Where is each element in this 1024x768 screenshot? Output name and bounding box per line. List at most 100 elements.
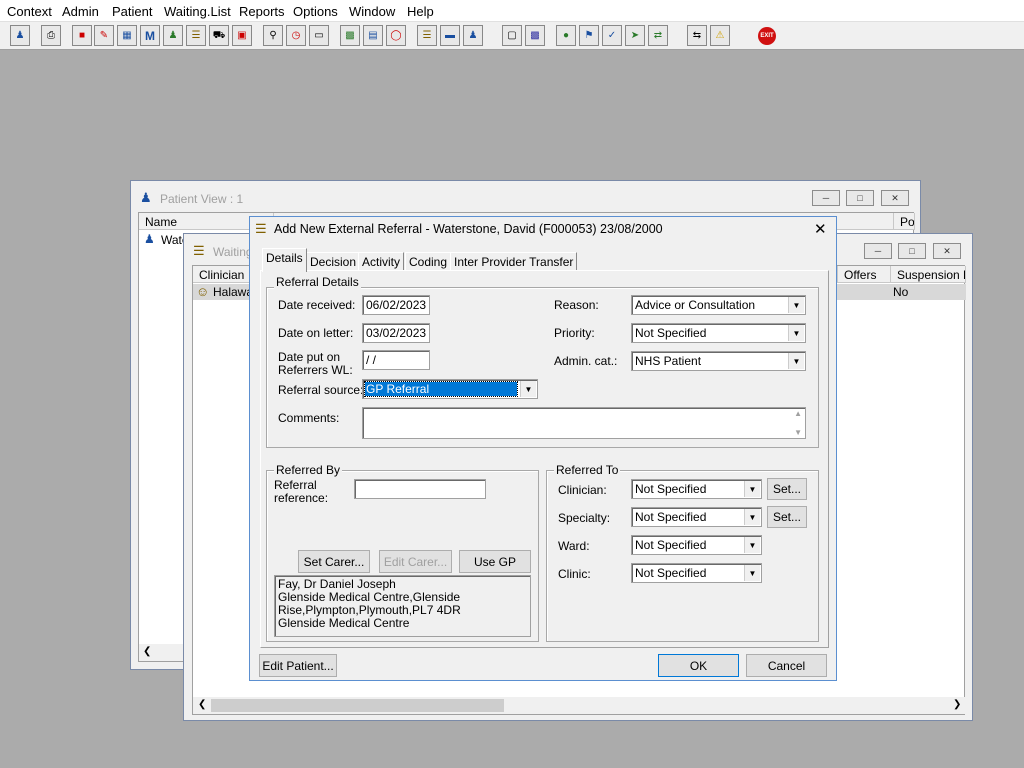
menu-admin[interactable]: Admin: [62, 4, 99, 19]
close-button[interactable]: ✕: [933, 243, 961, 259]
clinic-select[interactable]: Not Specified ▼: [631, 563, 762, 583]
list-card-icon[interactable]: ▤: [363, 25, 383, 46]
chevron-down-icon[interactable]: ▼: [744, 509, 760, 525]
clock-icon[interactable]: ◷: [286, 25, 306, 46]
green-arrows-card-icon[interactable]: ⇄: [648, 25, 668, 46]
chevron-down-icon[interactable]: ▼: [744, 537, 760, 553]
menu-bar: Context Admin Patient Waiting.List Repor…: [0, 0, 1024, 22]
menu-patient[interactable]: Patient: [112, 4, 152, 19]
referral-source-label: Referral source:: [278, 383, 364, 397]
bed-icon[interactable]: ▬: [440, 25, 460, 46]
book-edit-icon[interactable]: ✎: [94, 25, 114, 46]
set-carer-button[interactable]: Set Carer...: [298, 550, 370, 573]
m-icon[interactable]: M: [140, 25, 160, 46]
chevron-down-icon[interactable]: ▼: [744, 481, 760, 497]
set-clinician-button[interactable]: Set...: [767, 478, 807, 500]
admin-cat-label: Admin. cat.:: [554, 354, 618, 368]
nurse-icon[interactable]: ♟: [463, 25, 483, 46]
date-letter-field[interactable]: 03/02/2023: [362, 323, 430, 343]
monitor-icon[interactable]: ▭: [309, 25, 329, 46]
scroll-thumb[interactable]: [211, 699, 504, 712]
patient-card-icon[interactable]: ▦: [117, 25, 137, 46]
menu-options[interactable]: Options: [293, 4, 338, 19]
book-red-icon[interactable]: ■: [72, 25, 92, 46]
maximize-button[interactable]: □: [898, 243, 926, 259]
scroll-up-icon[interactable]: ▲: [794, 409, 802, 418]
chevron-down-icon[interactable]: ▼: [788, 325, 804, 341]
use-gp-button[interactable]: Use GP: [459, 550, 531, 573]
globe-icon[interactable]: ●: [556, 25, 576, 46]
row-clinician[interactable]: Halawa: [213, 285, 253, 299]
printer-icon[interactable]: ⎙: [41, 25, 61, 46]
waiting-hscroll[interactable]: ❮ ❯: [193, 697, 966, 714]
menu-window[interactable]: Window: [349, 4, 395, 19]
reason-value: Advice or Consultation: [635, 298, 756, 312]
flag-icon[interactable]: ⚑: [579, 25, 599, 46]
comments-label: Comments:: [278, 411, 340, 425]
set-specialty-button[interactable]: Set...: [767, 506, 807, 528]
admin-cat-select[interactable]: NHS Patient ▼: [631, 351, 806, 371]
tab-details[interactable]: Details: [262, 248, 307, 272]
date-wl-field[interactable]: / /: [362, 350, 430, 370]
menu-context[interactable]: Context: [7, 4, 52, 19]
date-received-field[interactable]: 06/02/2023: [362, 295, 430, 315]
bar-chart-icon[interactable]: ▩: [525, 25, 545, 46]
magnifier-icon[interactable]: ⚲: [263, 25, 283, 46]
notepad-icon[interactable]: ☰: [186, 25, 206, 46]
tab-inter-provider-transfer[interactable]: Inter Provider Transfer: [450, 252, 578, 271]
compass-icon[interactable]: ◯: [386, 25, 406, 46]
warning-icon[interactable]: ⚠: [710, 25, 730, 46]
edit-patient-button[interactable]: Edit Patient...: [259, 654, 337, 677]
scroll-down-icon[interactable]: ▼: [794, 428, 802, 437]
tab-activity[interactable]: Activity: [358, 252, 405, 271]
specialty-label: Specialty:: [558, 511, 611, 525]
menu-help[interactable]: Help: [407, 4, 434, 19]
id-card-icon[interactable]: ▩: [340, 25, 360, 46]
minimize-button[interactable]: ─: [812, 190, 840, 206]
comments-field[interactable]: ▲ ▼: [362, 407, 806, 439]
document-icon[interactable]: ▢: [502, 25, 522, 46]
col-suspension[interactable]: Suspension Pe: [891, 266, 966, 283]
chevron-down-icon[interactable]: ▼: [788, 297, 804, 313]
notepad-icon: ☰: [255, 221, 267, 236]
face-icon: ☺: [196, 284, 210, 299]
clinician-select[interactable]: Not Specified ▼: [631, 479, 762, 499]
tab-coding[interactable]: Coding: [405, 252, 452, 271]
menu-waiting-list[interactable]: Waiting.List: [164, 4, 231, 19]
scroll-left-icon: ❮: [143, 646, 152, 657]
specialty-select[interactable]: Not Specified ▼: [631, 507, 762, 527]
ok-button[interactable]: OK: [658, 654, 739, 677]
chevron-down-icon[interactable]: ▼: [744, 565, 760, 581]
tab-decision[interactable]: Decision: [306, 252, 361, 271]
car-icon[interactable]: ▣: [232, 25, 252, 46]
referral-reference-field[interactable]: [354, 479, 486, 499]
ward-select[interactable]: Not Specified ▼: [631, 535, 762, 555]
ward-label: Ward:: [558, 539, 590, 553]
user-icon[interactable]: ♟: [10, 25, 30, 46]
col-offers[interactable]: Offers: [838, 266, 891, 283]
green-arrow-card-icon[interactable]: ➤: [625, 25, 645, 46]
chevron-down-icon[interactable]: ▼: [520, 381, 536, 397]
menu-reports[interactable]: Reports: [239, 4, 285, 19]
exit-icon[interactable]: EXIT: [757, 25, 777, 46]
ambulance-icon[interactable]: ⛟: [209, 25, 229, 46]
swap-arrows-icon[interactable]: ⇆: [687, 25, 707, 46]
priority-select[interactable]: Not Specified ▼: [631, 323, 806, 343]
referral-source-select[interactable]: GP Referral ▼: [362, 379, 538, 399]
scroll-left-icon: ❮: [198, 699, 207, 710]
close-icon[interactable]: ✕: [814, 220, 827, 238]
col-po[interactable]: Po: [894, 213, 915, 230]
reason-select[interactable]: Advice or Consultation ▼: [631, 295, 806, 315]
cancel-button[interactable]: Cancel: [746, 654, 827, 677]
doctor-icon[interactable]: ♟: [163, 25, 183, 46]
clinic-label: Clinic:: [558, 567, 591, 581]
chevron-down-icon[interactable]: ▼: [788, 353, 804, 369]
close-button[interactable]: ✕: [881, 190, 909, 206]
check-card-icon[interactable]: ✓: [602, 25, 622, 46]
notes-icon[interactable]: ☰: [417, 25, 437, 46]
edit-carer-button[interactable]: Edit Carer...: [379, 550, 452, 573]
maximize-button[interactable]: □: [846, 190, 874, 206]
priority-label: Priority:: [554, 326, 595, 340]
patient-hscroll[interactable]: ❮: [139, 644, 189, 661]
minimize-button[interactable]: ─: [864, 243, 892, 259]
